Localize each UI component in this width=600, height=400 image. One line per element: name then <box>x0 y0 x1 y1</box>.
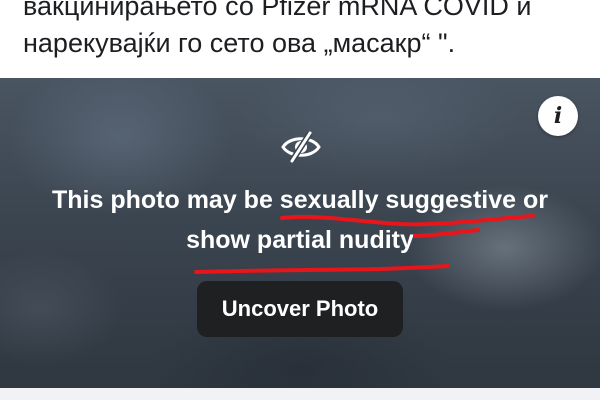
post-caption: вакцинирањето со Pfizer mRNA COVID и нар… <box>0 0 600 78</box>
uncover-photo-button[interactable]: Uncover Photo <box>197 281 403 337</box>
info-icon: i <box>553 103 563 129</box>
post-footer-strip <box>0 388 600 400</box>
content-warning: This photo may be sexually suggestive or… <box>30 180 570 260</box>
red-underline-3 <box>194 264 450 274</box>
info-button[interactable]: i <box>538 96 578 136</box>
caption-line-2: нарекувајќи го сето ова „масакр“ ". <box>23 28 456 58</box>
sensitive-photo-cover: i This photo may be sexually suggestive … <box>0 78 600 388</box>
caption-line-1: вакцинирањето со Pfizer mRNA COVID и <box>23 0 532 21</box>
warning-line-2: show partial nudity <box>186 226 414 254</box>
eye-slash-icon <box>281 131 321 163</box>
uncover-photo-label: Uncover Photo <box>221 296 379 321</box>
warning-line-1: This photo may be sexually suggestive or <box>52 186 548 214</box>
caption-text: вакцинирањето со Pfizer mRNA COVID и нар… <box>23 0 583 62</box>
